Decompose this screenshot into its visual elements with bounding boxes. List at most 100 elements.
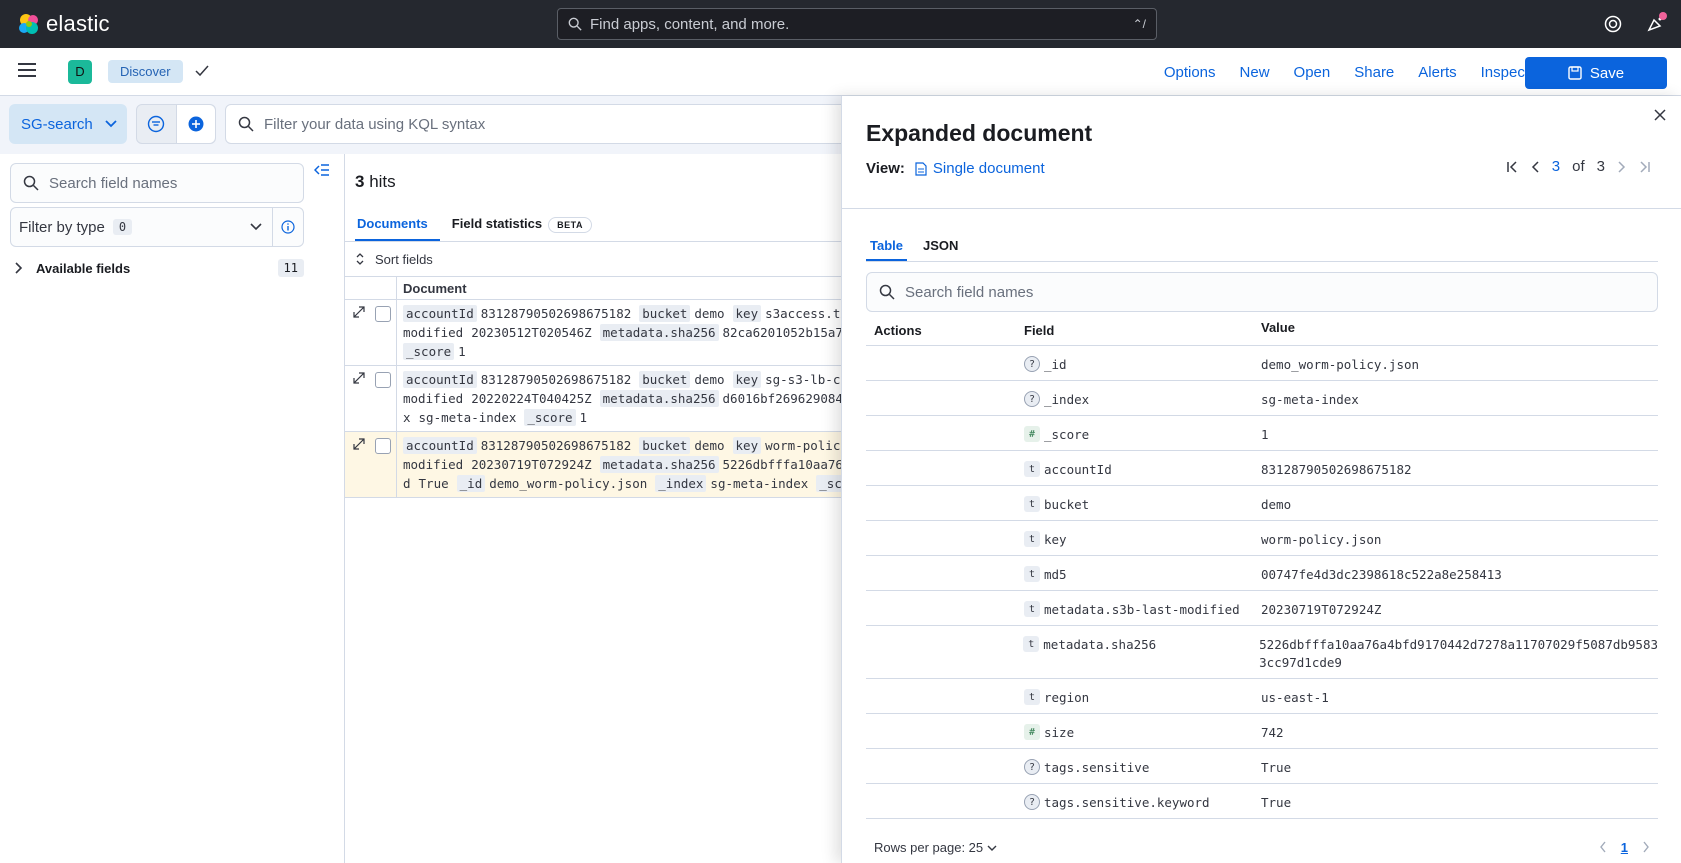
field-name: accountId — [1044, 461, 1112, 477]
row-checkbox[interactable] — [375, 372, 391, 388]
single-document-link[interactable]: Single document — [933, 160, 1045, 177]
open-link[interactable]: Open — [1282, 64, 1343, 81]
document-column-header[interactable]: Document — [397, 277, 467, 299]
elastic-logo-icon — [19, 14, 38, 34]
check-icon — [195, 64, 209, 80]
field-row: ? tags.sensitive True — [866, 749, 1658, 784]
value-column-header: Value — [1261, 319, 1295, 335]
tab-field-statistics-label: Field statistics — [451, 216, 543, 231]
kql-search[interactable] — [225, 104, 865, 144]
chevron-down-icon — [250, 223, 262, 231]
flyout-search-input[interactable] — [905, 283, 1104, 301]
field-value: x — [403, 410, 411, 425]
row-checkbox[interactable] — [375, 438, 391, 454]
prev-page-icon[interactable] — [1530, 160, 1540, 174]
data-view-picker[interactable]: SG-search — [9, 104, 127, 144]
menu-icon[interactable] — [18, 63, 40, 80]
save-icon — [1568, 66, 1582, 80]
global-search[interactable]: ⌃/ — [557, 8, 1157, 40]
field-value: 20230719T072924Z — [471, 457, 592, 472]
search-icon — [879, 284, 895, 300]
table-page-1[interactable]: 1 — [1621, 840, 1628, 855]
field-search-input[interactable] — [49, 174, 248, 192]
field-sidebar: Filter by type 0 Available fields 11 — [0, 154, 345, 863]
field-value: 83128790502698675182 — [480, 438, 632, 453]
page-of: of — [1572, 158, 1585, 175]
flyout-field-search[interactable] — [866, 272, 1658, 312]
field-name: bucket — [1044, 496, 1090, 512]
last-page-icon[interactable] — [1639, 160, 1651, 174]
field-name: metadata.sha256 — [1043, 636, 1157, 652]
field-key: key — [732, 371, 762, 388]
string-type-icon: t — [1024, 461, 1040, 477]
next-page-icon[interactable] — [1642, 841, 1650, 853]
field-key: bucket — [639, 305, 691, 322]
field-key: accountId — [403, 371, 477, 388]
alerts-link[interactable]: Alerts — [1406, 64, 1468, 81]
view-mode: View: Single document — [866, 160, 1045, 177]
field-row: # _score 1 — [866, 416, 1658, 451]
hits-count: 3 — [355, 172, 365, 191]
rows-per-page-select[interactable]: Rows per page: 25 — [874, 840, 997, 855]
data-view-label: SG-search — [21, 115, 93, 133]
table-row[interactable]: accountId 83128790502698675182 bucket demo k… — [345, 300, 845, 366]
prev-page-icon[interactable] — [1599, 841, 1607, 853]
first-page-icon[interactable] — [1506, 160, 1518, 174]
field-value: demo — [694, 438, 725, 453]
documents-grid: Document accountId 83128790502698675182 bu… — [345, 276, 845, 498]
field-value: 82ca6201052b15a7eef — [722, 325, 845, 340]
elastic-logo[interactable]: elastic — [18, 11, 168, 37]
string-type-icon: t — [1024, 566, 1040, 582]
collapse-icon[interactable] — [353, 438, 365, 450]
field-value: modified — [403, 457, 464, 472]
field-row: ? _index sg-meta-index — [866, 381, 1658, 416]
string-type-icon: t — [1024, 689, 1040, 705]
document-cell: accountId 83128790502698675182 bucket demo k… — [397, 432, 845, 497]
collapse-sidebar-icon[interactable] — [313, 163, 330, 180]
filter-menu-button[interactable] — [137, 105, 177, 143]
available-fields-toggle[interactable]: Available fields 11 — [14, 256, 304, 280]
options-link[interactable]: Options — [1152, 64, 1228, 81]
plus-circle-icon — [188, 116, 204, 132]
table-row[interactable]: accountId 83128790502698675182 bucket demo k… — [345, 432, 845, 498]
tab-table[interactable]: Table — [866, 232, 907, 261]
next-page-icon[interactable] — [1617, 160, 1627, 174]
tab-documents[interactable]: Documents — [355, 210, 440, 241]
tab-json[interactable]: JSON — [919, 232, 962, 261]
news-feed-icon[interactable] — [1643, 12, 1667, 36]
expand-icon[interactable] — [353, 372, 365, 384]
field-search[interactable] — [10, 163, 304, 203]
share-link[interactable]: Share — [1342, 64, 1406, 81]
help-icon[interactable] — [1601, 12, 1625, 36]
field-row: # size 742 — [866, 714, 1658, 749]
global-search-input[interactable] — [590, 15, 1133, 33]
app-bar: D Discover Options New Open Share Alerts… — [0, 48, 1681, 96]
add-filter-button[interactable] — [176, 105, 215, 143]
field-name: _score — [1044, 426, 1090, 442]
field-value: sg-s3-lb-cert — [765, 372, 845, 387]
table-row[interactable]: accountId 83128790502698675182 bucket demo k… — [345, 366, 845, 432]
field-value: 20230512T020546Z — [471, 325, 592, 340]
unknown-type-icon: ? — [1024, 391, 1040, 407]
save-button[interactable]: Save — [1525, 57, 1667, 89]
new-link[interactable]: New — [1228, 64, 1282, 81]
expand-icon[interactable] — [353, 306, 365, 318]
field-value: True — [1261, 795, 1292, 810]
filter-by-type[interactable]: Filter by type 0 — [10, 207, 304, 247]
kql-input[interactable] — [264, 115, 864, 133]
sort-fields-button[interactable]: Sort fields — [345, 247, 845, 271]
tab-field-statistics[interactable]: Field statistics BETA — [450, 210, 604, 241]
space-avatar[interactable]: D — [68, 59, 92, 84]
breadcrumb-discover[interactable]: Discover — [108, 60, 183, 83]
close-icon[interactable] — [1653, 108, 1667, 125]
search-shortcut: ⌃/ — [1132, 17, 1146, 31]
field-value: 00747fe4d3dc2398618c522a8e258413 — [1261, 567, 1502, 582]
number-type-icon: # — [1024, 426, 1040, 442]
rows-per-page-label: Rows per page: 25 — [874, 839, 984, 855]
string-type-icon: t — [1024, 531, 1040, 547]
field-value: d6016bf269629084cec — [722, 391, 845, 406]
info-icon[interactable] — [273, 220, 303, 234]
available-fields-count: 11 — [277, 259, 304, 277]
row-checkbox[interactable] — [375, 306, 391, 322]
field-row: t md5 00747fe4d3dc2398618c522a8e258413 — [866, 556, 1658, 591]
